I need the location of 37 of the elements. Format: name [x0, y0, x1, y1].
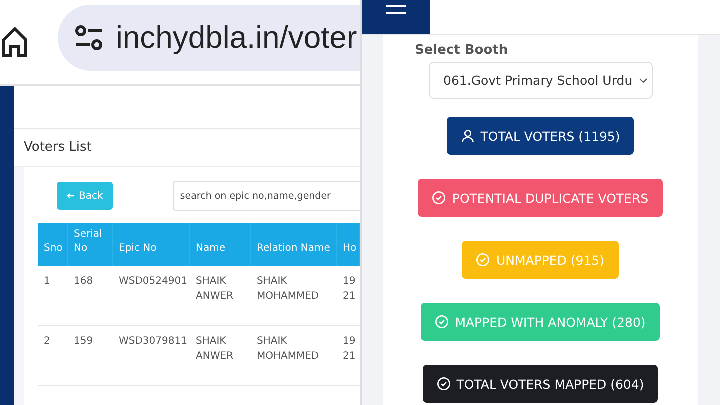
- user-icon: [460, 129, 475, 143]
- menu-icon: [385, 4, 407, 16]
- check-circle-icon: [476, 253, 490, 267]
- column-header: Serial No: [68, 223, 113, 266]
- column-header: Ho: [337, 223, 360, 266]
- table-cell: SHAIK ANWER: [190, 266, 251, 326]
- filter-button[interactable]: TOTAL VOTERS MAPPED (604): [422, 365, 658, 403]
- table-cell: SHAIK MOHAMMED: [251, 266, 337, 326]
- table-cell: 1: [38, 266, 68, 326]
- url-text: inchydbla.in/voter: [116, 20, 358, 56]
- check-circle-icon: [436, 377, 451, 391]
- column-header: Name: [190, 223, 251, 266]
- menu-button[interactable]: [362, 0, 430, 34]
- page-title: Voters List: [24, 140, 92, 155]
- column-header: Sno: [38, 223, 68, 266]
- table-cell: WSD0524901: [113, 266, 190, 326]
- check-circle-icon: [435, 315, 450, 329]
- table-cell: WSD3079811: [113, 326, 190, 386]
- table-cell: 2: [38, 326, 68, 386]
- tune-icon: [74, 25, 104, 51]
- table-cell: 159: [68, 326, 113, 386]
- search-field[interactable]: search on epic no,name,gender: [173, 181, 360, 211]
- column-header: Epic No: [113, 223, 190, 266]
- field-label: Select Booth: [415, 43, 508, 58]
- address-bar[interactable]: inchydbla.in/voter: [58, 5, 360, 71]
- table-cell: SHAIK ANWER: [190, 326, 251, 386]
- filter-button[interactable]: TOTAL VOTERS (1195): [446, 117, 634, 155]
- table-cell: SHAIK MOHAMMED: [251, 326, 337, 386]
- table-cell: 19 21: [337, 326, 360, 386]
- column-header: Relation Name: [251, 223, 337, 266]
- arrow-left-icon: [67, 193, 74, 199]
- check-circle-icon: [432, 191, 446, 205]
- chevron-down-icon: [638, 78, 648, 84]
- home-icon[interactable]: [2, 26, 28, 58]
- booth-select[interactable]: 061.Govt Primary School Urdu: [428, 62, 652, 99]
- table-cell: 168: [68, 266, 113, 326]
- table-cell: 19 21: [337, 266, 360, 326]
